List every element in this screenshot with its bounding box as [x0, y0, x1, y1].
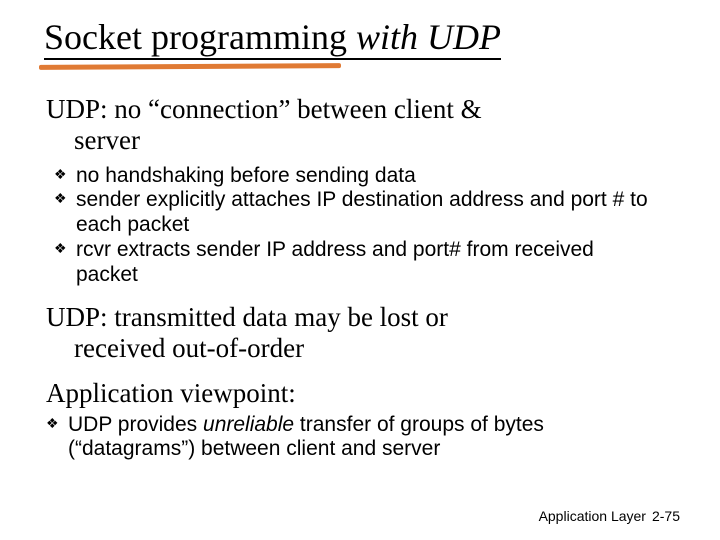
subhead2-line2: received out-of-order — [74, 333, 680, 364]
footer: Application Layer 2-75 — [539, 508, 680, 524]
title-text-roman: Socket programming — [44, 17, 356, 57]
list-item: UDP provides unreliable transfer of grou… — [46, 413, 650, 463]
subhead1-line1: UDP: no “connection” between client & — [46, 94, 482, 124]
subhead1-line2: server — [74, 125, 660, 156]
slide-title: Socket programming with UDP — [44, 18, 501, 58]
bullet2-em: unreliable — [203, 413, 294, 436]
subheading-app-viewpoint: Application viewpoint: — [44, 378, 680, 409]
slide: Socket programming with UDP UDP: no “con… — [0, 0, 720, 540]
subheading-udp-no-connection: UDP: no “connection” between client & se… — [44, 94, 680, 156]
bullet2-prefix: UDP provides — [68, 413, 203, 436]
footer-page-number: 2-75 — [652, 508, 680, 524]
title-text-italic: with UDP — [356, 17, 501, 57]
footer-label: Application Layer — [539, 508, 646, 524]
subheading-udp-lost: UDP: transmitted data may be lost or rec… — [44, 302, 680, 364]
list-item: no handshaking before sending data — [54, 164, 650, 189]
title-wrap: Socket programming with UDP — [44, 18, 501, 58]
marker-highlight — [39, 63, 341, 70]
title-underline — [44, 58, 501, 60]
list-item: sender explicitly attaches IP destinatio… — [54, 188, 650, 238]
list-item: rcvr extracts sender IP address and port… — [54, 238, 650, 288]
bullet-list-1: no handshaking before sending data sende… — [54, 164, 680, 288]
bullet-list-2: UDP provides unreliable transfer of grou… — [46, 413, 680, 463]
subhead2-line1: UDP: transmitted data may be lost or — [46, 302, 448, 332]
